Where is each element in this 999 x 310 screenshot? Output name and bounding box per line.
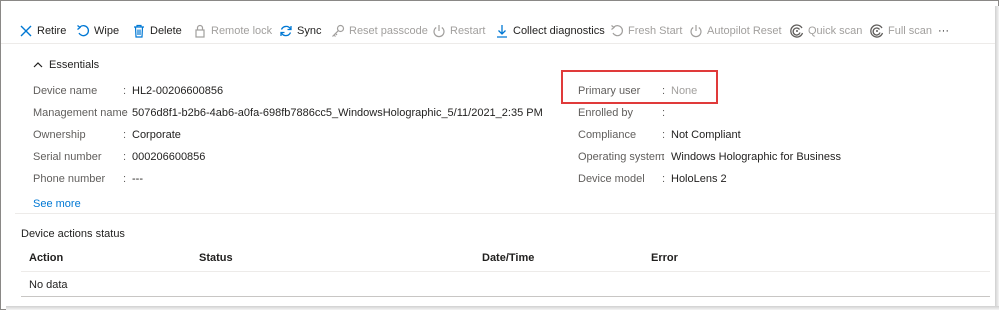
essentials-toggle[interactable]: Essentials (33, 59, 99, 71)
colon: : (123, 107, 127, 119)
reset-passcode-button[interactable]: Reset passcode (331, 23, 428, 39)
delete-button[interactable]: Delete (132, 23, 182, 39)
column-header-status[interactable]: Status (199, 252, 233, 264)
colon: : (662, 151, 666, 163)
lock-icon (195, 24, 205, 38)
device-model-label: Device model (578, 173, 645, 185)
chevron-up-icon (33, 62, 43, 68)
fresh-start-label: Fresh Start (628, 25, 683, 37)
column-header-action[interactable]: Action (29, 252, 63, 264)
sync-label: Sync (297, 25, 322, 37)
essentials-title: Essentials (49, 59, 100, 71)
restart-label: Restart (450, 25, 486, 37)
more-button[interactable]: ··· (938, 23, 949, 39)
key-icon (332, 24, 345, 37)
autopilot-reset-label: Autopilot Reset (707, 25, 782, 37)
colon: : (662, 107, 666, 119)
colon: : (662, 129, 666, 141)
collect-diagnostics-label: Collect diagnostics (513, 25, 605, 37)
delete-label: Delete (150, 25, 182, 37)
device-actions-status-title: Device actions status (21, 228, 125, 240)
command-toolbar: Retire Wipe Delete Remote lock Sync Rese… (1, 1, 998, 44)
compliance-label: Compliance (578, 129, 637, 141)
fresh-start-button[interactable]: Fresh Start (610, 23, 682, 39)
retire-button[interactable]: Retire (19, 23, 66, 39)
column-header-date-time[interactable]: Date/Time (482, 252, 534, 264)
ownership-label: Ownership (33, 129, 86, 141)
autopilot-reset-button[interactable]: Autopilot Reset (689, 23, 782, 39)
wipe-label: Wipe (94, 25, 120, 37)
sync-button[interactable]: Sync (279, 23, 321, 39)
power-icon (433, 25, 445, 38)
management-name-value: 5076d8f1-b2b6-4ab6-a0fa-698fb7886cc5_Win… (132, 107, 543, 119)
divider (15, 213, 998, 214)
serial-number-label: Serial number (33, 151, 102, 163)
remote-lock-label: Remote lock (211, 25, 273, 37)
colon: : (123, 151, 127, 163)
sync-icon (280, 25, 292, 37)
quick-scan-button[interactable]: Quick scan (790, 23, 862, 39)
empty-table-message: No data (29, 279, 68, 291)
restart-button[interactable]: Restart (432, 23, 485, 39)
wipe-button[interactable]: Wipe (76, 23, 119, 39)
scan-icon (870, 24, 884, 38)
colon: : (123, 129, 127, 141)
serial-number-value: 000206600856 (132, 151, 206, 163)
trash-icon (134, 24, 144, 38)
ownership-value: Corporate (132, 129, 181, 141)
compliance-value[interactable]: Not Compliant (671, 129, 741, 141)
undo-icon (611, 25, 623, 37)
quick-scan-label: Quick scan (808, 25, 863, 37)
enrolled-by-label: Enrolled by (578, 107, 634, 119)
device-name-value: HL2-00206600856 (132, 85, 224, 97)
management-name-label: Management name (33, 107, 128, 119)
undo-icon (77, 24, 89, 37)
full-scan-label: Full scan (888, 25, 933, 37)
phone-number-value: --- (132, 173, 143, 185)
colon: : (662, 173, 666, 185)
power-icon (690, 25, 702, 38)
full-scan-button[interactable]: Full scan (870, 23, 932, 39)
download-icon (497, 25, 507, 38)
colon: : (123, 85, 127, 97)
frame-shadow-bottom (6, 306, 999, 310)
colon: : (123, 173, 127, 185)
phone-number-label: Phone number (33, 173, 106, 185)
frame-shadow-right (995, 6, 999, 310)
scan-icon (790, 24, 804, 38)
device-model-value: HoloLens 2 (671, 173, 727, 185)
primary-user-highlight (561, 70, 718, 104)
collect-diagnostics-button[interactable]: Collect diagnostics (495, 23, 605, 39)
operating-system-value: Windows Holographic for Business (671, 151, 841, 163)
operating-system-label: Operating system (578, 151, 665, 163)
device-name-label: Device name (33, 85, 98, 97)
close-icon (20, 25, 32, 37)
device-overview-panel: Retire Wipe Delete Remote lock Sync Rese… (0, 0, 999, 310)
retire-label: Retire (37, 25, 67, 37)
see-more-link[interactable]: See more (33, 198, 81, 210)
column-header-error[interactable]: Error (651, 252, 678, 264)
more-ellipsis: ··· (938, 25, 949, 37)
table-header-divider (21, 271, 990, 272)
reset-passcode-label: Reset passcode (349, 25, 428, 37)
remote-lock-button[interactable]: Remote lock (193, 23, 272, 39)
table-row-divider (21, 296, 990, 297)
